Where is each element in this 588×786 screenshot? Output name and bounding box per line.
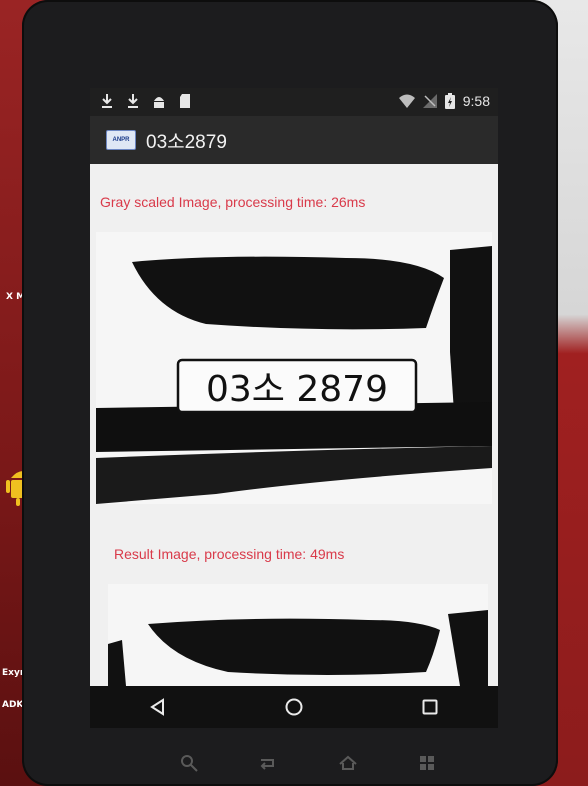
recents-button[interactable] — [417, 694, 443, 720]
gray-scaled-image: 03소 2879 — [96, 232, 492, 504]
home-key-icon[interactable] — [337, 752, 359, 774]
android-debug-icon — [154, 97, 164, 108]
device-screen: 9:58 ANPR 03소2879 Gray scaled Image, pro… — [90, 88, 498, 728]
result-image-caption: Result Image, processing time: 49ms — [114, 546, 345, 562]
menu-icon[interactable] — [416, 752, 438, 774]
home-button[interactable] — [281, 694, 307, 720]
plate-text: 03소 2879 — [206, 369, 388, 410]
search-icon[interactable] — [178, 752, 200, 774]
back-button[interactable] — [145, 694, 171, 720]
bezel-hardware-keys — [178, 752, 438, 778]
home-icon — [285, 698, 303, 716]
gray-image-caption: Gray scaled Image, processing time: 26ms — [100, 194, 366, 210]
no-signal-icon — [422, 94, 437, 108]
navigation-bar — [90, 686, 498, 728]
back-icon — [150, 698, 164, 716]
return-icon[interactable] — [257, 752, 279, 774]
status-time: 9:58 — [462, 93, 490, 109]
app-bar: ANPR 03소2879 — [90, 116, 498, 164]
status-bar: 9:58 — [90, 88, 498, 116]
app-logo-icon: ANPR — [106, 130, 136, 150]
wifi-icon — [398, 94, 415, 108]
download-icon — [128, 94, 138, 108]
sd-card-icon — [180, 94, 190, 108]
result-content[interactable]: Gray scaled Image, processing time: 26ms… — [90, 164, 498, 686]
download-icon — [102, 94, 112, 108]
app-title: 03소2879 — [146, 131, 227, 153]
recents-icon — [422, 699, 438, 715]
result-image — [108, 584, 488, 686]
battery-charging-icon — [444, 93, 455, 109]
